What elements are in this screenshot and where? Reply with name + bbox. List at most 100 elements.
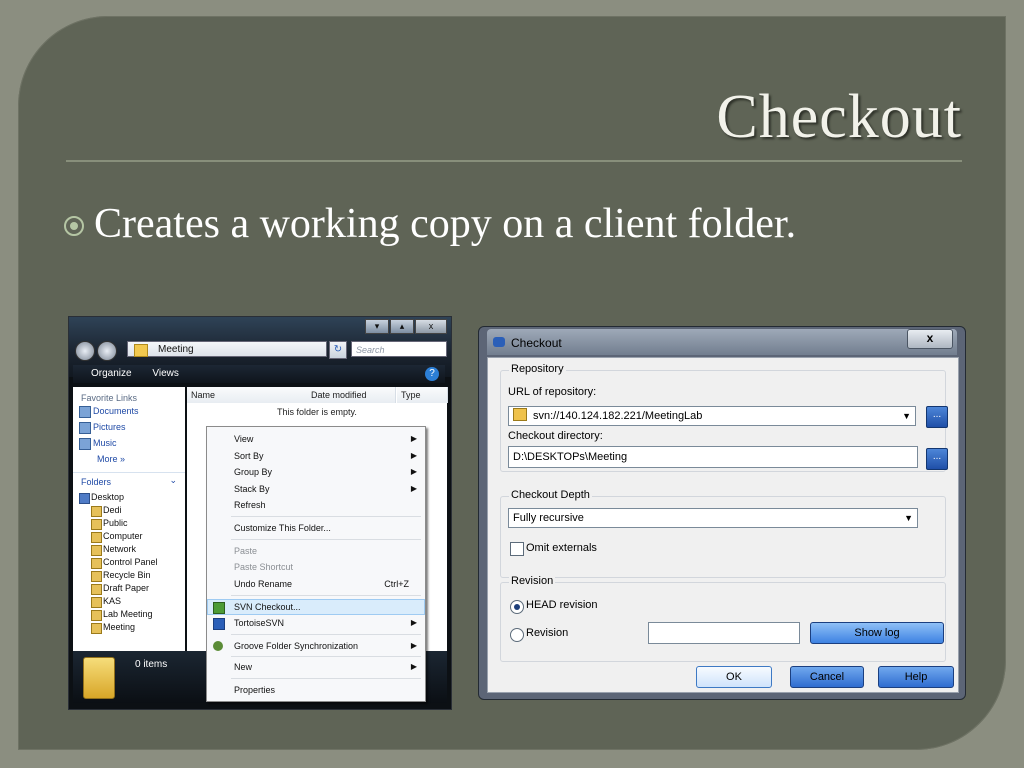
menu-separator [231,656,421,657]
menu-item-refresh[interactable]: Refresh [207,497,425,513]
maximize-button[interactable]: ▴ [390,319,414,334]
context-menu: View ▶ Sort By ▶ Group By ▶ Stack By ▶ Refre… [206,426,426,702]
tree-item-public[interactable]: Public [73,517,185,530]
cancel-button[interactable]: Cancel [790,666,864,688]
back-icon[interactable] [75,341,95,361]
tree-item-computer[interactable]: Computer [73,530,185,543]
menu-item-properties[interactable]: Properties [207,682,425,698]
revision-radio[interactable] [510,628,524,642]
repository-group-title: Repository [509,363,566,375]
head-revision-radio[interactable] [510,600,524,614]
tree-item-desktop[interactable]: Desktop [73,491,185,504]
directory-label: Checkout directory: [508,430,603,442]
dropdown-arrow-icon: ▼ [904,513,913,523]
minimize-button[interactable]: ▾ [365,319,389,334]
ok-button[interactable]: OK [696,666,772,688]
dialog-titlebar: Checkout x [487,329,957,355]
refresh-icon[interactable]: ↻ [329,341,347,359]
column-name[interactable]: Name [187,387,308,403]
menu-item-group-by[interactable]: Group By ▶ [207,464,425,480]
checkout-depth-select[interactable]: Fully recursive ▼ [508,508,918,528]
close-button[interactable]: x [415,319,447,334]
show-log-button[interactable]: Show log [810,622,944,644]
menu-item-customize-folder[interactable]: Customize This Folder... [207,520,425,536]
revision-input[interactable] [648,622,800,644]
favorite-link-documents[interactable]: Documents [73,403,185,419]
empty-folder-message: This folder is empty. [277,407,357,417]
submenu-arrow-icon: ▶ [410,641,417,650]
menu-separator [231,678,421,679]
revision-group-title: Revision [509,575,556,587]
dropdown-arrow-icon: ▼ [902,411,911,421]
url-combobox[interactable]: svn://140.124.182.221/MeetingLab ▼ [508,406,916,426]
submenu-arrow-icon: ▶ [410,434,417,443]
revision-label: Revision [526,627,569,639]
browse-url-button[interactable]: ... [926,406,948,428]
menu-item-paste-shortcut[interactable]: Paste Shortcut [207,559,425,575]
help-icon[interactable]: ? [425,367,439,381]
menu-item-paste[interactable]: Paste [207,543,425,559]
dialog-close-button[interactable]: x [907,329,953,349]
computer-icon [91,532,102,543]
search-input[interactable]: Search [351,341,447,357]
organize-button[interactable]: Organize [91,368,132,379]
forward-icon[interactable] [97,341,117,361]
menu-item-sort-by[interactable]: Sort By ▶ [207,448,425,464]
tortoisesvn-icon [213,618,225,630]
folders-heading[interactable]: Folders ⌄ [73,472,185,491]
bullet-point: Creates a working copy on a client folde… [64,196,884,252]
large-folder-icon [83,657,115,699]
recycle-bin-icon [91,571,102,582]
menu-item-tortoisesvn[interactable]: TortoiseSVN ▶ [207,615,425,631]
explorer-toolbar: Organize Views ? [73,365,445,383]
tree-item-lab-meeting[interactable]: Lab Meeting [73,608,185,621]
tree-item-meeting[interactable]: Meeting [73,621,185,634]
submenu-arrow-icon: ▶ [410,467,417,476]
folder-icon [91,519,102,530]
menu-item-svn-checkout[interactable]: SVN Checkout... [207,599,425,615]
browse-directory-button[interactable]: ... [926,448,948,470]
title-divider [66,160,962,162]
menu-item-undo-rename[interactable]: Undo Rename Ctrl+Z [207,576,425,592]
menu-item-stack-by[interactable]: Stack By ▶ [207,481,425,497]
column-date-modified[interactable]: Date modified [307,387,396,403]
documents-icon [79,406,91,418]
menu-separator [231,516,421,517]
column-type[interactable]: Type [397,387,448,403]
tree-item-recycle-bin[interactable]: Recycle Bin [73,569,185,582]
svn-folder-icon [91,584,102,595]
menu-item-groove-sync[interactable]: Groove Folder Synchronization ▶ [207,638,425,654]
help-button[interactable]: Help [878,666,954,688]
slide-title: Checkout [716,83,962,151]
tree-item-network[interactable]: Network [73,543,185,556]
submenu-arrow-icon: ▶ [410,662,417,671]
menu-item-new[interactable]: New ▶ [207,659,425,675]
item-count: 0 items [135,659,168,670]
tree-item-control-panel[interactable]: Control Panel [73,556,185,569]
head-revision-label: HEAD revision [526,599,598,611]
submenu-arrow-icon: ▶ [410,618,417,627]
chevron-down-icon: ⌄ [169,475,177,485]
menu-item-view[interactable]: View ▶ [207,431,425,447]
tree-item-kas[interactable]: KAS [73,595,185,608]
favorite-link-music[interactable]: Music [73,435,185,451]
checkout-directory-input[interactable]: D:\DESKTOPs\Meeting [508,446,918,468]
menu-separator [231,634,421,635]
favorite-link-pictures[interactable]: Pictures [73,419,185,435]
menu-separator [231,595,421,596]
favorite-links-heading: Favorite Links [81,393,138,403]
tortoisesvn-icon [493,337,505,347]
more-link[interactable]: More » [73,451,185,464]
folder-icon [513,408,527,421]
window-controls: ▾ ▴ x [365,319,447,334]
views-button[interactable]: Views [152,368,179,379]
url-label: URL of repository: [508,386,597,398]
address-bar[interactable]: Meeting [127,341,327,357]
tree-item-dedi[interactable]: Dedi [73,504,185,517]
checkout-depth-title: Checkout Depth [509,489,592,501]
address-text: Meeting [158,344,194,355]
omit-externals-checkbox[interactable] [510,542,524,556]
groove-icon [213,641,223,651]
tree-item-draft-paper[interactable]: Draft Paper [73,582,185,595]
folder-icon [134,344,148,357]
